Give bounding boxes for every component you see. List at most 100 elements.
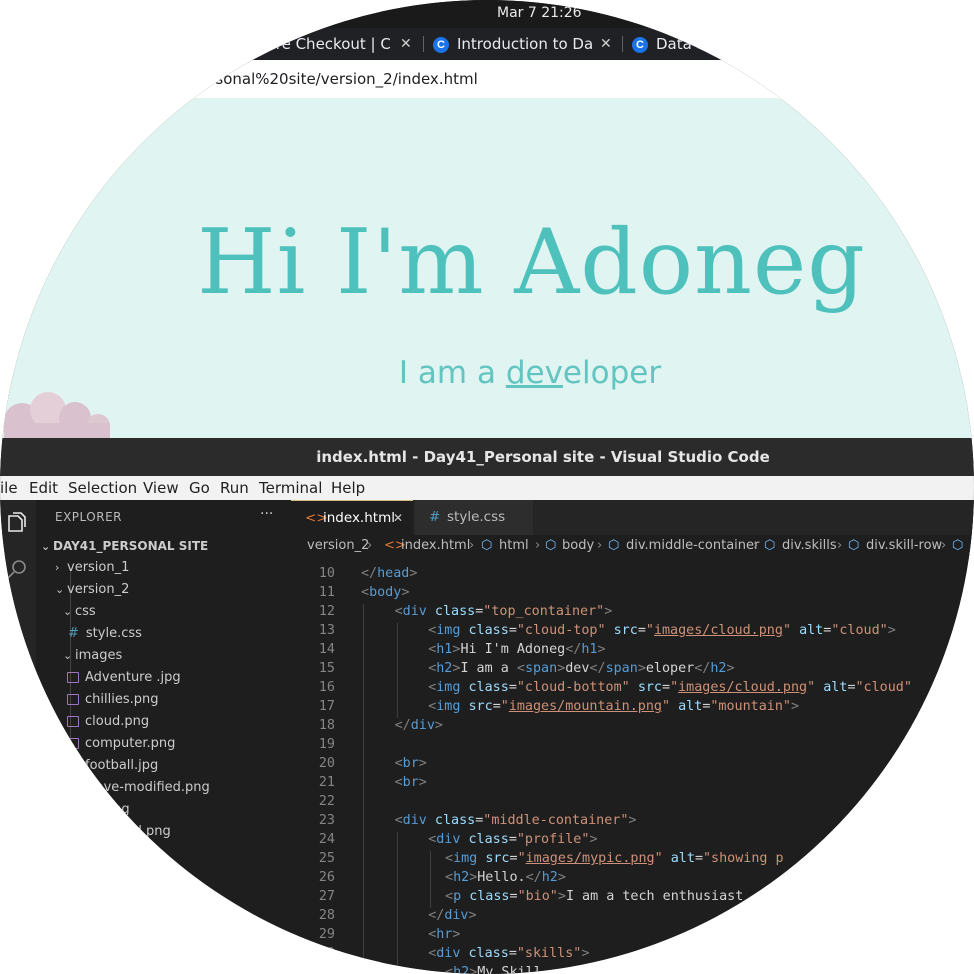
line-number: 15 bbox=[318, 661, 335, 676]
menu-view[interactable]: View bbox=[143, 479, 179, 497]
tree-folder-css[interactable]: ⌄ css bbox=[63, 601, 96, 623]
tab-index-html[interactable]: <> index.html ✕ bbox=[291, 500, 413, 535]
tree-file[interactable]: football.jpg bbox=[67, 755, 158, 777]
code-token: < bbox=[445, 870, 454, 885]
tree-folder-version-2[interactable]: ⌄ version_2 bbox=[55, 579, 129, 601]
code-token: head bbox=[377, 566, 410, 581]
tab-label: style.css bbox=[447, 509, 506, 525]
element-icon: ⬡ bbox=[952, 538, 964, 553]
code-token: </ bbox=[361, 566, 378, 581]
browser-address-bar[interactable]: ersonal%20site/version_2/index.html bbox=[0, 60, 974, 99]
code-token: = bbox=[662, 680, 671, 695]
url-text[interactable]: ersonal%20site/version_2/index.html bbox=[200, 70, 478, 88]
webpage-viewport: Hi I'm Adoneg I am a developer bbox=[0, 98, 974, 443]
breadcrumb-item[interactable]: div.skill-row bbox=[866, 538, 942, 553]
code-token: = bbox=[694, 851, 703, 866]
system-clock[interactable]: Mar 7 21:26 bbox=[497, 5, 582, 21]
indent-guide bbox=[396, 832, 398, 974]
breadcrumb-item[interactable]: html bbox=[499, 538, 529, 553]
browser-tab-checkout[interactable]: cure Checkout | Co ✕ bbox=[258, 28, 418, 60]
breadcrumb-item[interactable]: div.skills bbox=[782, 538, 837, 553]
code-line: <img src="images/mypic.png" alt="showing… bbox=[445, 851, 784, 866]
code-line: <br> bbox=[395, 775, 427, 790]
chevron-right-icon: › bbox=[941, 538, 947, 553]
line-number: 17 bbox=[318, 699, 335, 714]
chevron-right-icon: › bbox=[55, 561, 60, 574]
code-token: < bbox=[394, 775, 403, 790]
breadcrumb-item[interactable]: div.middle-container bbox=[626, 538, 759, 553]
code-token: "cloud" bbox=[831, 623, 888, 638]
tree-label: images bbox=[75, 648, 123, 663]
tree-file[interactable]: chillies.png bbox=[67, 689, 158, 711]
code-token: My Skill bbox=[477, 965, 542, 974]
line-number: 18 bbox=[318, 718, 335, 733]
tree-file-style-css[interactable]: # style.css bbox=[68, 623, 142, 645]
close-tab-icon[interactable]: ✕ bbox=[600, 28, 612, 60]
tab-style-css[interactable]: # style.css bbox=[415, 500, 533, 535]
menu-file[interactable]: ile bbox=[0, 479, 18, 497]
code-token: alt bbox=[670, 851, 695, 866]
explorer-files-icon[interactable] bbox=[6, 512, 28, 534]
browser-tab-title: Data S bbox=[656, 35, 707, 53]
code-token: "cloud-top" bbox=[516, 623, 614, 638]
breadcrumb-item[interactable]: index.html bbox=[401, 538, 470, 553]
menu-edit[interactable]: Edit bbox=[29, 479, 58, 497]
chevron-right-icon: › bbox=[597, 538, 603, 553]
tab-label: index.html bbox=[323, 510, 395, 526]
css-file-icon: # bbox=[429, 509, 441, 525]
code-token: > bbox=[791, 699, 800, 714]
code-token: > bbox=[604, 604, 613, 619]
more-actions-icon[interactable]: ··· bbox=[260, 506, 273, 522]
menu-selection[interactable]: Selection bbox=[68, 479, 137, 497]
code-line: </div> bbox=[395, 718, 443, 733]
tree-file[interactable]: Adventure .jpg bbox=[67, 667, 181, 689]
breadcrumb: version_2 › <> index.html › ⬡ html › ⬡ b… bbox=[291, 535, 974, 557]
tree-root-folder[interactable]: ⌄ DAY41_PERSONAL SITE bbox=[41, 535, 208, 557]
line-number: 10 bbox=[318, 566, 335, 581]
menu-terminal[interactable]: Terminal bbox=[259, 479, 322, 497]
tree-file[interactable]: cloud.png bbox=[67, 711, 149, 733]
code-token: h2 bbox=[541, 870, 558, 885]
code-token: class bbox=[468, 623, 509, 638]
code-token: > bbox=[401, 585, 410, 600]
code-line: </head> bbox=[361, 566, 417, 581]
chevron-down-icon: ⌄ bbox=[63, 605, 73, 618]
image-file-icon bbox=[67, 760, 79, 771]
close-tab-icon[interactable]: ✕ bbox=[393, 501, 403, 536]
close-tab-icon[interactable]: ✕ bbox=[400, 28, 412, 60]
element-icon: ⬡ bbox=[481, 538, 493, 553]
code-token: = bbox=[508, 946, 517, 961]
breadcrumb-item[interactable]: version_2 bbox=[307, 538, 369, 553]
code-token: > bbox=[557, 870, 566, 885]
code-token: src bbox=[613, 623, 638, 638]
code-line: <img class="cloud-top" src="images/cloud… bbox=[428, 623, 896, 638]
line-number: 31 bbox=[318, 965, 335, 974]
explorer-title: EXPLORER bbox=[55, 510, 122, 524]
tree-folder-version-1[interactable]: › version_1 bbox=[55, 557, 129, 579]
line-number: 13 bbox=[318, 623, 335, 638]
browser-tab-introduction[interactable]: C Introduction to Data ✕ bbox=[433, 28, 615, 60]
subtitle-underlined-text: dev bbox=[505, 355, 563, 391]
browser-tab-strip: cure Checkout | Co ✕ C Introduction to Da… bbox=[0, 28, 974, 60]
breadcrumb-item[interactable]: body bbox=[562, 538, 594, 553]
menu-go[interactable]: Go bbox=[189, 479, 210, 497]
line-number: 12 bbox=[318, 604, 335, 619]
tree-label: modified.png bbox=[85, 824, 171, 839]
tree-folder-images[interactable]: ⌄ images bbox=[63, 645, 122, 667]
menu-run[interactable]: Run bbox=[220, 479, 249, 497]
browser-tab-data[interactable]: C Data S bbox=[632, 28, 752, 60]
code-editor[interactable]: 10 </head> 11 <body> 12 <div class="top_conta… bbox=[291, 557, 974, 974]
chevron-down-icon: ⌄ bbox=[55, 583, 65, 596]
tree-file[interactable]: ve.png bbox=[67, 799, 130, 821]
code-token: images/mypic.png bbox=[525, 851, 655, 866]
search-icon[interactable] bbox=[6, 558, 28, 580]
line-number: 11 bbox=[318, 585, 335, 600]
element-icon: ⬡ bbox=[545, 538, 557, 553]
menu-help[interactable]: Help bbox=[331, 479, 365, 497]
code-token: h2 bbox=[453, 965, 470, 974]
code-token: class bbox=[468, 680, 509, 695]
tree-file[interactable]: wave-modified.png bbox=[67, 777, 210, 799]
tree-file[interactable]: computer.png bbox=[67, 733, 175, 755]
code-token: > bbox=[557, 889, 566, 904]
tree-file[interactable]: modified.png bbox=[67, 821, 171, 843]
